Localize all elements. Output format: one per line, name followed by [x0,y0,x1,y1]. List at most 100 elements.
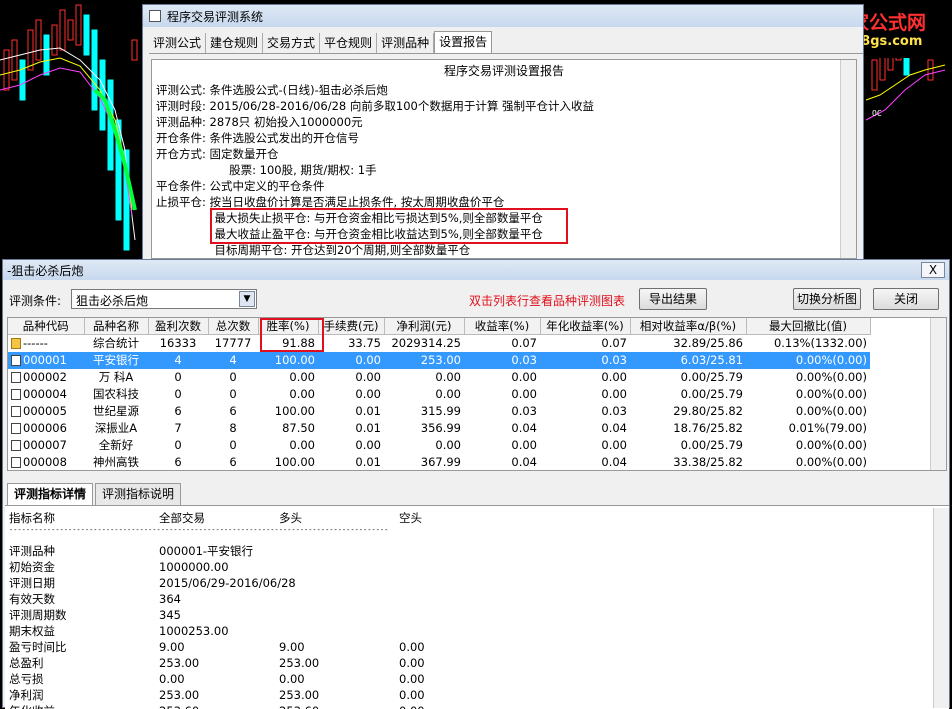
table-row[interactable]: 000005 世纪星源 6 6 100.00 0.01 315.99 0.03 0.03 29.8… [8,403,870,420]
candle [43,34,50,76]
highlight-box [210,208,568,244]
detail-metric-name: 年化收益 [9,703,55,709]
table-cell: 0.03 [464,351,540,369]
table-cell: 深振业A [94,421,138,435]
table-cell: 33.75 [348,336,381,351]
table-cell: 0.03 [540,351,630,369]
cell-code: 000008 [8,454,84,471]
table-cell: 综合统计 [93,336,139,351]
table-cell: 0.00 [289,438,315,452]
tab-trade-mode[interactable]: 交易方式 [263,33,321,53]
report-line: 评测时段: 2015/06/28-2016/06/28 向前多取100个数据用于… [156,99,595,113]
table-cell: 0.00%(0.00) [795,455,867,469]
table-cell: 33.38/25.82 [673,455,743,469]
cell-code-text: ------ [23,336,48,351]
table-cell: 32.89/25.86 [673,336,743,351]
condition-label: 评测条件: [9,294,62,308]
table-cell: 0.00 [289,370,315,384]
table-cell: 0.00 [511,438,537,452]
report-scrollbar[interactable] [840,60,856,258]
detail-metric-value: 253.00 [279,688,320,702]
switch-chart-button[interactable]: 切换分析图 [793,288,861,310]
detail-metric-value: 1000000.00 [159,560,229,574]
col-header[interactable]: 品种名称 [84,318,149,335]
table-row[interactable]: 000006 深振业A 7 8 87.50 0.01 356.99 0.04 0.04 18.76… [8,420,870,437]
detail-metric-name: 期末权益 [9,624,55,638]
col-header[interactable]: 盈利次数 [148,318,209,335]
document-icon [11,423,21,434]
close-button[interactable]: 关闭 [873,288,939,310]
window-close-button[interactable]: X [921,262,945,278]
table-cell: 0 [229,387,237,401]
cell-code-text: 000002 [23,370,67,384]
col-header[interactable]: 品种代码 [8,318,85,335]
col-header[interactable]: 净利润(元) [384,318,465,335]
table-scrollbar[interactable] [930,318,946,470]
detail-metric-name: 初始资金 [9,560,55,574]
detail-scrollbar[interactable] [933,508,949,708]
condition-select[interactable]: 狙击必杀后炮 ▼ [71,289,257,309]
col-header[interactable]: 年化收益率(%) [540,318,631,335]
detail-metric-value: 253.00 [159,688,200,702]
table-cell: 18.76/25.82 [673,421,743,435]
document-icon [11,389,21,400]
col-header[interactable]: 收益率(%) [464,318,541,335]
table-cell: 16333 [159,336,197,351]
table-cell: 4 [208,351,258,369]
tab-close-rules[interactable]: 平仓规则 [320,33,378,53]
cell-code: 000004 [8,386,84,403]
table-row[interactable]: 000001 平安银行 4 4 100.00 0.00 253.00 0.03 0.03 6.03… [8,351,870,369]
candle [83,14,90,56]
table-row[interactable]: ------ 综合统计 16333 17777 91.88 33.75 2029314.25… [8,335,870,352]
document-icon [11,457,21,468]
col-header[interactable]: 最大回撤比(值) [746,318,871,335]
table-cell: 0.00 [601,438,627,452]
table-cell: 8 [229,421,237,435]
detail-metric-name: 有效天数 [9,592,55,606]
table-cell: 367.99 [420,455,461,469]
table-cell: 0.00 [289,387,315,401]
table-cell: 0.04 [601,455,627,469]
tab-open-rules[interactable]: 建仓规则 [206,33,264,53]
table-cell: 17777 [214,336,252,351]
report-line: 评测公式: 条件选股公式-(日线)-狙击必杀后炮 [156,83,388,97]
tab-metric-help[interactable]: 评测指标说明 [95,483,182,505]
table-row[interactable]: 000007 全新好 0 0 0.00 0.00 0.00 0.00 0.00 0.00/25.7… [8,437,870,454]
tab-metric-details[interactable]: 评测指标详情 [7,483,94,505]
export-button[interactable]: 导出结果 [639,288,707,310]
detail-metric-value: 0.00 [399,703,425,709]
table-row[interactable]: 000008 神州高铁 6 6 100.00 0.01 367.99 0.04 0.04 33.3… [8,454,870,471]
table-cell: 0.00 [511,387,537,401]
table-row[interactable]: 000002 万 科A 0 0 0.00 0.00 0.00 0.00 0.00 0.00/25.… [8,369,870,386]
chevron-down-icon[interactable]: ▼ [239,291,255,307]
report-line: 目标周期平仓: 开仓达到20个周期,则全部数量平仓 [156,243,471,257]
col-header[interactable]: 相对收益率α/β(%) [630,318,747,335]
table-cell: 29.80/25.82 [673,404,743,418]
detail-metric-value: 253.60 [279,703,319,709]
col-header[interactable]: 手续费(元) [318,318,385,335]
cell-code-text: 000001 [23,353,67,367]
table-cell: 100.00 [274,404,315,418]
tab-formula[interactable]: 评测公式 [149,33,207,53]
app-icon [149,10,161,22]
folder-icon [11,338,21,350]
tab-products[interactable]: 评测品种 [377,33,435,53]
table-cell: 0.00%(0.00) [746,351,870,369]
window-title: -狙击必杀后炮 [7,263,84,278]
table-row[interactable]: 000004 国农科技 0 0 0.00 0.00 0.00 0.00 0.00 0.00/25.… [8,386,870,403]
table-cell: 0.00/25.79 [680,438,743,452]
tab-report[interactable]: 设置报告 [434,31,493,53]
table-cell: 0.00%(0.00) [795,370,867,384]
report-line: 平仓条件: 公式中定义的平仓条件 [156,179,325,193]
table-cell: 0.00 [601,370,627,384]
cell-code-text: 000004 [23,387,67,401]
table-cell: 0.00/25.79 [680,387,743,401]
candle [19,59,26,101]
cell-code: ------ [8,335,84,352]
col-header[interactable]: 总次数 [208,318,259,335]
table-cell: 0.00 [318,351,384,369]
table-cell: 100.00 [274,455,315,469]
cell-code: 000005 [8,403,84,420]
detail-metric-value: 000001-平安银行 [159,544,254,558]
detail-metric-value: 253.00 [279,656,320,670]
